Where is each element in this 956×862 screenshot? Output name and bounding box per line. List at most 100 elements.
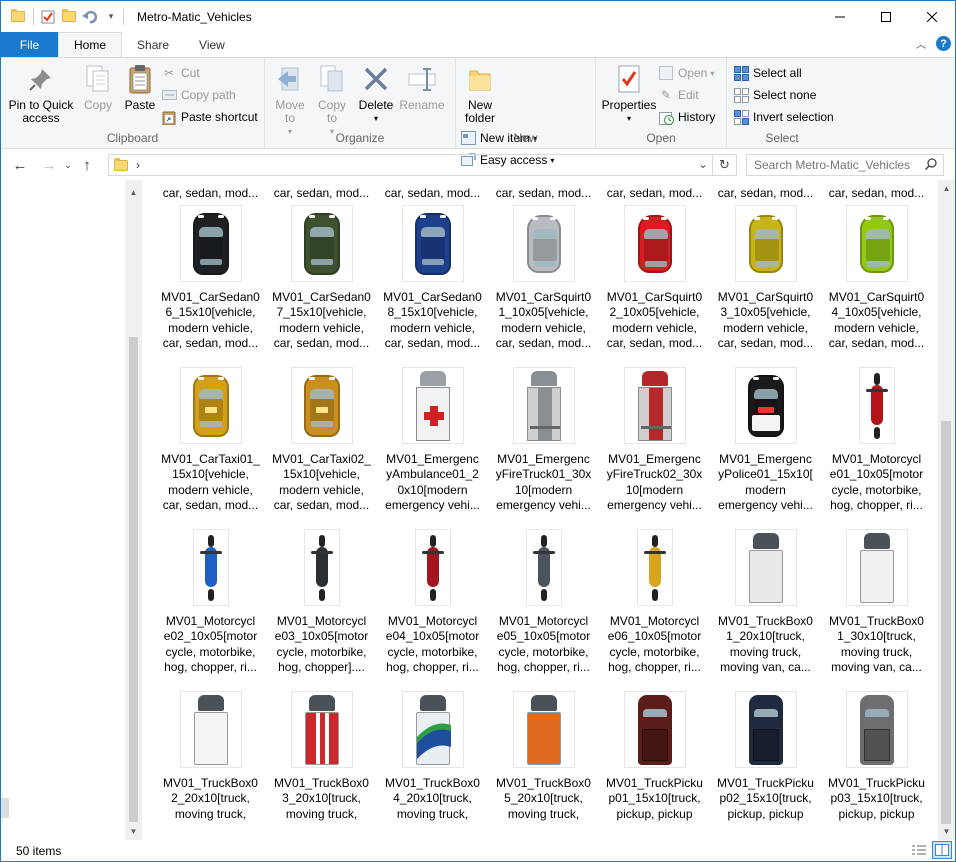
list-item[interactable]: MV01_TruckBox0 2_20x10[truck, moving tru… (160, 690, 261, 840)
item-count: 50 items (16, 843, 62, 858)
search-icon[interactable] (924, 158, 937, 173)
list-item[interactable]: MV01_Emergenc yFireTruck02_30x 10[modern… (604, 366, 705, 528)
copy-path-button[interactable]: Copy path (161, 85, 258, 105)
list-item[interactable]: MV01_TruckBox0 5_20x10[truck, moving tru… (493, 690, 594, 840)
collapse-ribbon-icon[interactable]: ︿ (916, 36, 926, 51)
back-arrow-icon[interactable]: ← (8, 153, 32, 177)
cut-button[interactable]: ✂ Cut (161, 63, 258, 83)
list-item[interactable]: MV01_TruckPicku p01_15x10[truck, pickup,… (604, 690, 705, 840)
refresh-icon[interactable]: ↻ (712, 155, 736, 175)
scroll-down-icon[interactable]: ▼ (938, 823, 955, 840)
list-item[interactable]: MV01_Emergenc yFireTruck01_30x 10[modern… (493, 366, 594, 528)
recent-locations-icon[interactable]: ⌄ (61, 153, 75, 177)
undo-icon[interactable] (81, 8, 99, 26)
file-name: MV01_TruckBox0 2_20x10[truck, moving tru… (163, 776, 258, 821)
list-item[interactable]: MV01_Motorcycl e03_10x05[motor cycle, mo… (271, 528, 372, 690)
list-item[interactable]: MV01_CarSedan0 8_15x10[vehicle, modern v… (382, 204, 483, 366)
new-folder-button[interactable]: New folder (460, 60, 500, 125)
properties-button[interactable]: Properties ▾ (600, 60, 658, 125)
scroll-thumb[interactable] (129, 337, 138, 822)
list-item[interactable]: MV01_Motorcycl e02_10x05[motor cycle, mo… (160, 528, 261, 690)
list-item[interactable]: MV01_Motorcycl e01_10x05[motor cycle, mo… (826, 366, 927, 528)
file-name: car, sedan, mod... (273, 186, 370, 200)
properties-check-icon[interactable] (39, 8, 57, 26)
list-item[interactable]: MV01_CarSquirt0 3_10x05[vehicle, modern … (715, 204, 816, 366)
new-group: New folder New item ▾ Easy access ▾ New (456, 58, 596, 167)
paste-shortcut-button[interactable]: Paste shortcut (161, 107, 258, 127)
close-button[interactable] (909, 1, 955, 32)
list-item[interactable]: MV01_Motorcycl e05_10x05[motor cycle, mo… (493, 528, 594, 690)
select-small-actions: Select all Select none Invert selection (731, 60, 834, 127)
file-name: MV01_CarSedan0 6_15x10[vehicle, modern v… (161, 290, 260, 350)
history-button[interactable]: History (658, 107, 715, 127)
search-input[interactable] (754, 158, 924, 172)
title-bar: ▾ Metro-Matic_Vehicles (1, 1, 955, 32)
scroll-up-icon[interactable]: ▲ (125, 184, 142, 201)
file-name: MV01_Motorcycl e02_10x05[motor cycle, mo… (163, 614, 258, 674)
list-item[interactable]: MV01_CarSquirt0 4_10x05[vehicle, modern … (826, 204, 927, 366)
rename-label: Rename (399, 98, 445, 112)
list-item[interactable]: MV01_CarSedan0 7_15x10[vehicle, modern v… (271, 204, 372, 366)
copy-to-button[interactable]: Copy to ▾ (311, 60, 353, 138)
list-item[interactable]: MV01_TruckPicku p02_15x10[truck, pickup,… (715, 690, 816, 840)
search-box[interactable] (746, 154, 944, 176)
list-item[interactable]: MV01_Emergenc yAmbulance01_2 0x10[modern… (382, 366, 483, 528)
list-item[interactable]: MV01_TruckPicku p03_15x10[truck, pickup,… (826, 690, 927, 840)
list-item[interactable]: MV01_Motorcycl e06_10x05[motor cycle, mo… (604, 528, 705, 690)
customize-toolbar-icon[interactable]: ▾ (102, 8, 120, 26)
maximize-button[interactable] (863, 1, 909, 32)
list-item[interactable]: MV01_TruckBox0 3_20x10[truck, moving tru… (271, 690, 372, 840)
breadcrumb-chevron-icon[interactable]: › (136, 158, 140, 172)
address-bar[interactable]: › ⌄ ↻ (108, 154, 737, 176)
list-item[interactable]: MV01_CarTaxi01_ 15x10[vehicle, modern ve… (160, 366, 261, 528)
navigation-pane-scrollbar[interactable]: ▲ ▼ (125, 180, 142, 840)
select-all-button[interactable]: Select all (733, 63, 834, 83)
file-list-scrollbar[interactable]: ▲ ▼ (938, 180, 955, 840)
invert-selection-button[interactable]: Invert selection (733, 107, 834, 127)
file-name: MV01_Motorcycl e06_10x05[motor cycle, mo… (607, 614, 702, 674)
open-button[interactable]: Open ▾ (658, 63, 715, 83)
file-thumbnail (514, 530, 574, 605)
scroll-thumb[interactable] (941, 421, 951, 824)
delete-button[interactable]: Delete ▾ (353, 60, 399, 125)
tab-view[interactable]: View (184, 32, 240, 57)
vehicle-image (847, 530, 907, 605)
vehicle-image (403, 692, 463, 767)
scroll-up-icon[interactable]: ▲ (938, 180, 955, 197)
large-icons-view-icon[interactable] (932, 841, 952, 859)
up-arrow-icon[interactable]: ↑ (75, 153, 99, 177)
open-label: Open (678, 66, 708, 80)
scroll-down-icon[interactable]: ▼ (125, 823, 142, 840)
file-name: car, sedan, mod... (606, 186, 703, 200)
list-item[interactable]: MV01_TruckBox0 1_30x10[truck, moving tru… (826, 528, 927, 690)
file-name: MV01_CarSquirt0 2_10x05[vehicle, modern … (606, 290, 703, 350)
copy-button[interactable]: Copy (77, 60, 119, 112)
list-item[interactable]: MV01_CarSedan0 6_15x10[vehicle, modern v… (160, 204, 261, 366)
help-icon[interactable]: ? (936, 36, 951, 51)
pin-quick-access-button[interactable]: Pin to Quick access (5, 60, 77, 125)
file-name: MV01_TruckBox0 3_20x10[truck, moving tru… (274, 776, 369, 821)
rename-button[interactable]: Rename (399, 60, 445, 112)
edit-button[interactable]: ✎ Edit (658, 85, 715, 105)
tab-share[interactable]: Share (122, 32, 184, 57)
list-item[interactable]: MV01_CarTaxi02_ 15x10[vehicle, modern ve… (271, 366, 372, 528)
list-item[interactable]: MV01_Motorcycl e04_10x05[motor cycle, mo… (382, 528, 483, 690)
paste-button[interactable]: Paste (119, 60, 161, 112)
list-item[interactable]: MV01_TruckBox0 4_20x10[truck, moving tru… (382, 690, 483, 840)
tab-home[interactable]: Home (58, 32, 123, 57)
address-dropdown-icon[interactable]: ⌄ (698, 157, 708, 171)
new-folder-quick-icon[interactable] (60, 8, 78, 26)
details-view-icon[interactable] (909, 841, 929, 859)
minimize-button[interactable] (817, 1, 863, 32)
list-item[interactable]: MV01_Emergenc yPolice01_15x10[ modern em… (715, 366, 816, 528)
vehicle-image (181, 692, 241, 767)
tab-file[interactable]: File (1, 32, 58, 57)
move-to-button[interactable]: Move to ▾ (269, 60, 311, 138)
forward-arrow-icon[interactable]: → (37, 153, 61, 177)
select-none-button[interactable]: Select none (733, 85, 834, 105)
nav-pane-resize-handle[interactable] (1, 798, 9, 818)
list-item[interactable]: MV01_CarSquirt0 2_10x05[vehicle, modern … (604, 204, 705, 366)
list-item[interactable]: MV01_CarSquirt0 1_10x05[vehicle, modern … (493, 204, 594, 366)
file-thumbnail (625, 368, 685, 443)
list-item[interactable]: MV01_TruckBox0 1_20x10[truck, moving tru… (715, 528, 816, 690)
